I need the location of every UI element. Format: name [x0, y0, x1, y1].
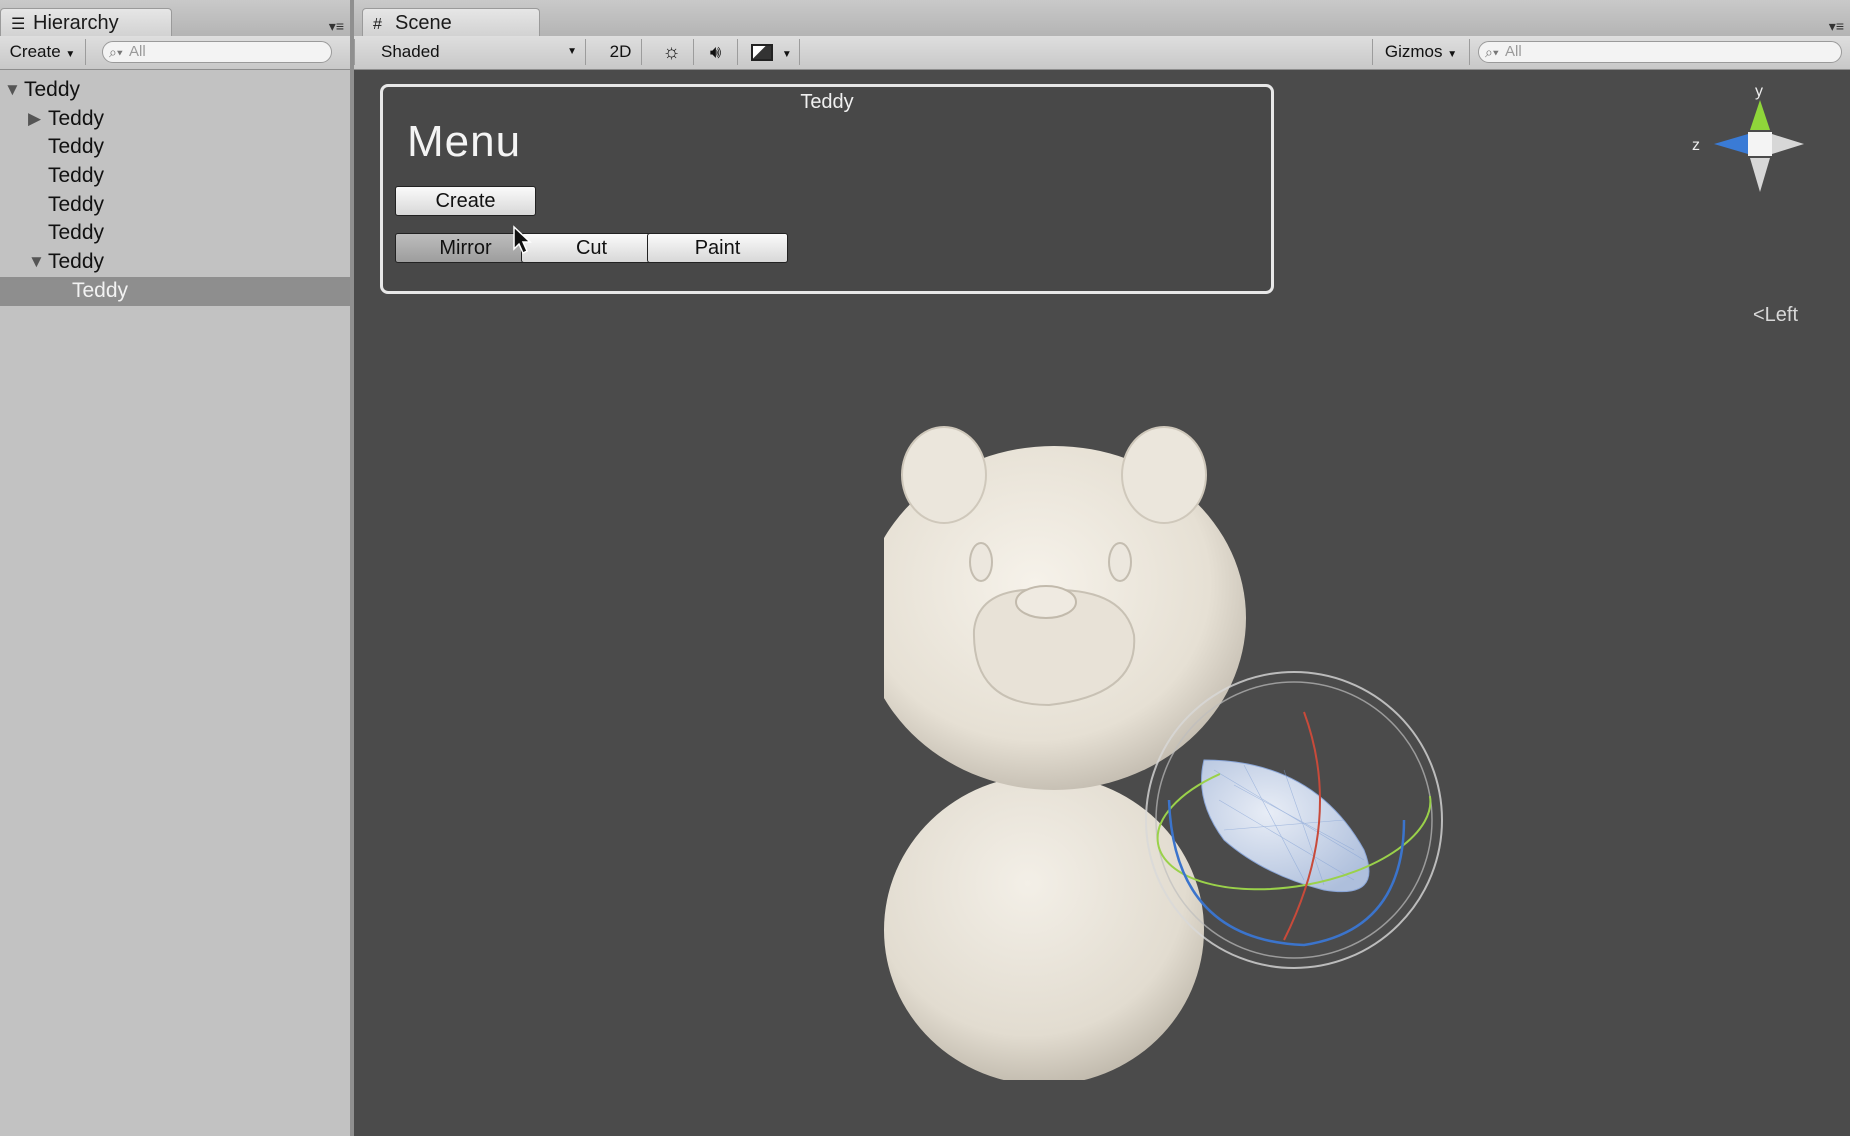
audio-toggle[interactable]: 🔊︎ [694, 39, 738, 65]
teddy-wing-mesh [1201, 759, 1370, 893]
toggle-2d-button[interactable]: 2D [600, 39, 642, 65]
hierarchy-item-label: Teddy [48, 164, 105, 188]
gizmo-y-axis[interactable] [1750, 100, 1770, 130]
hierarchy-search-input[interactable]: ⌕▾ All [102, 41, 332, 63]
mouse-cursor-icon [513, 225, 532, 255]
chevron-down-icon: ▼ [1447, 49, 1458, 60]
effects-dropdown[interactable]: ▼ [744, 39, 800, 65]
hierarchy-search-placeholder: All [129, 43, 146, 60]
gizmo-center-cube[interactable] [1748, 132, 1772, 156]
hierarchy-toolbar: Create ▼ ⌕▾ All [0, 36, 350, 70]
effects-icon [751, 44, 774, 62]
toggle-2d-label: 2D [609, 42, 632, 61]
scene-panel: # Scene ▾≡ Shaded ▼ 2D ☼ 🔊︎ ▼ Gizmos ▼ ⌕▾… [354, 0, 1850, 1136]
hierarchy-item-label: Teddy [48, 106, 105, 130]
teddy-right-eye [1108, 542, 1132, 582]
scene-panel-menu-icon[interactable]: ▾≡ [1829, 18, 1844, 35]
hierarchy-item[interactable]: ▼ Teddy [0, 76, 350, 105]
expand-arrow-closed-icon[interactable]: ▶ [28, 105, 41, 134]
teddy-right-ear [1121, 426, 1207, 524]
search-icon: ⌕▾ [1485, 44, 1499, 60]
cut-button[interactable]: Cut [521, 233, 662, 263]
hierarchy-tree: ▼ Teddy ▶ Teddy Teddy Teddy Teddy Teddy ▼ Teddy Te… [0, 76, 350, 306]
hierarchy-panel: ☰ Hierarchy ▾≡ Create ▼ ⌕▾ All ▼ Teddy ▶ Ted… [0, 0, 354, 1136]
hierarchy-item-label: Teddy [72, 278, 129, 302]
gizmos-label: Gizmos [1384, 42, 1443, 61]
hierarchy-item-label: Teddy [24, 78, 81, 101]
hierarchy-tabstrip: ☰ Hierarchy ▾≡ [0, 0, 350, 37]
hierarchy-item-label: Teddy [48, 135, 105, 159]
scene-search-placeholder: All [1505, 43, 1522, 60]
gizmo-z-label: z [1692, 137, 1700, 154]
tab-scene[interactable]: # Scene [362, 8, 540, 36]
chevron-down-icon: ▼ [567, 46, 577, 57]
teddy-model[interactable] [884, 420, 1444, 1080]
search-icon: ⌕▾ [109, 44, 123, 60]
chevron-down-icon: ▼ [65, 49, 76, 60]
lighting-toggle[interactable]: ☼ [650, 39, 694, 65]
paint-button[interactable]: Paint [647, 233, 788, 263]
hierarchy-item[interactable]: Teddy [0, 162, 350, 191]
hierarchy-item-label: Teddy [48, 221, 105, 245]
teddy-left-ear [901, 426, 987, 524]
shading-mode-dropdown[interactable]: Shaded ▼ [354, 39, 586, 65]
create-button[interactable]: Create [395, 186, 536, 216]
audio-icon: 🔊︎ [709, 42, 722, 62]
gizmos-dropdown[interactable]: Gizmos ▼ [1372, 39, 1470, 65]
orientation-gizmo[interactable]: y z [1690, 82, 1830, 242]
teddy-nose [1015, 585, 1077, 619]
hierarchy-item[interactable]: Teddy [0, 219, 350, 248]
gizmo-z-axis[interactable] [1714, 134, 1748, 154]
view-orientation-label[interactable]: <Left [1753, 304, 1798, 327]
scene-toolbar: Shaded ▼ 2D ☼ 🔊︎ ▼ Gizmos ▼ ⌕▾ All [354, 36, 1850, 70]
view-orientation-text: Left [1764, 304, 1798, 326]
create-dropdown[interactable]: Create ▼ [0, 39, 86, 65]
hierarchy-item-label: Teddy [48, 250, 105, 274]
hierarchy-icon: ☰ [11, 16, 26, 33]
shading-mode-label: Shaded [381, 42, 440, 61]
chevron-left-icon: < [1752, 304, 1765, 326]
hierarchy-item-label: Teddy [48, 192, 105, 216]
scene-viewport[interactable]: Teddy Menu Create Mirror Cut Paint y z <… [354, 70, 1850, 1136]
scene-search-input[interactable]: ⌕▾ All [1478, 41, 1842, 63]
gizmo-negative-z-axis[interactable] [1772, 134, 1804, 154]
expand-arrow-open-icon[interactable]: ▼ [28, 248, 45, 277]
create-dropdown-label: Create [9, 42, 61, 61]
hierarchy-tab-label: Hierarchy [33, 12, 119, 34]
gui-menu-box: Teddy Menu Create Mirror Cut Paint [380, 84, 1274, 294]
teddy-left-eye [969, 542, 993, 582]
expand-arrow-open-icon[interactable]: ▼ [4, 76, 21, 105]
panel-menu-icon[interactable]: ▾≡ [329, 18, 344, 35]
lighting-icon: ☼ [662, 41, 681, 63]
gui-menu-heading: Menu [407, 117, 522, 166]
scene-tab-label: Scene [395, 12, 452, 34]
hierarchy-item[interactable]: Teddy [0, 191, 350, 220]
scene-tabstrip: # Scene ▾≡ [354, 0, 1850, 37]
hierarchy-item[interactable]: ▶ Teddy [0, 105, 350, 134]
tab-hierarchy[interactable]: ☰ Hierarchy [0, 8, 172, 36]
gizmo-y-label: y [1755, 83, 1763, 100]
gui-box-title: Teddy [800, 91, 854, 113]
gizmo-negative-y-axis[interactable] [1750, 158, 1770, 192]
hierarchy-item[interactable]: ▼ Teddy [0, 248, 350, 277]
chevron-down-icon: ▼ [781, 49, 792, 60]
hierarchy-item[interactable]: Teddy [0, 276, 350, 306]
hierarchy-item[interactable]: Teddy [0, 133, 350, 162]
scene-grid-icon: # [373, 16, 382, 33]
